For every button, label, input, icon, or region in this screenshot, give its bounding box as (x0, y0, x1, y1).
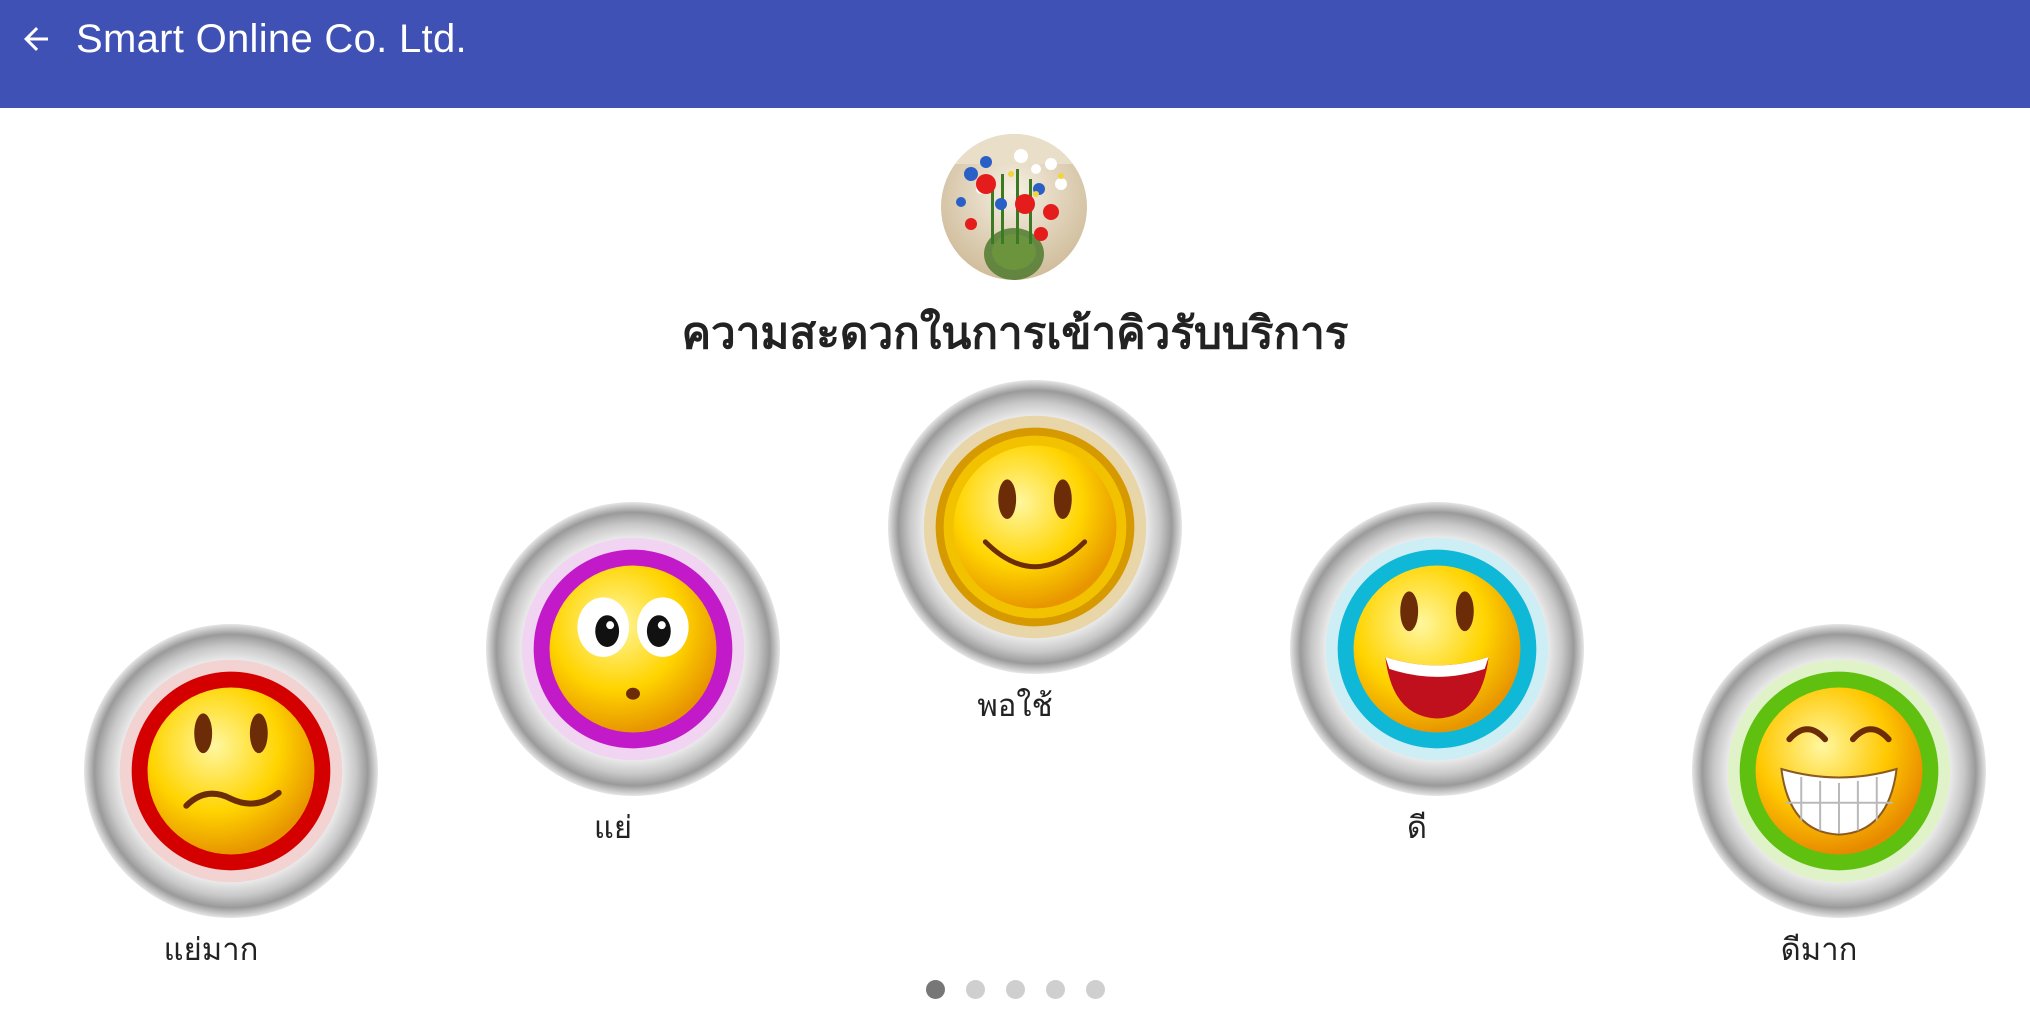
rating-option-very-bad[interactable] (82, 622, 380, 920)
surprised-face-icon (485, 501, 781, 797)
page-dot-3[interactable] (1006, 980, 1025, 999)
page-dot-4[interactable] (1046, 980, 1065, 999)
rating-option-fair[interactable] (886, 378, 1184, 676)
rating-label-good: ดี (1406, 810, 1428, 846)
page-dot-5[interactable] (1086, 980, 1105, 999)
very-sad-face-icon (83, 623, 379, 919)
rating-label-very-good: ดีมาก (1780, 932, 1858, 968)
flower-vase-image (941, 134, 1087, 280)
app-bar: Smart Online Co. Ltd. (0, 0, 2030, 108)
page-dot-1[interactable] (926, 980, 945, 999)
back-button[interactable] (14, 17, 58, 61)
page-dot-2[interactable] (966, 980, 985, 999)
happy-face-icon (1289, 501, 1585, 797)
rating-label-very-bad: แย่มาก (163, 932, 259, 968)
rating-label-fair: พอใช้ (977, 688, 1053, 724)
survey-question: ความสะดวกในการเข้าคิวรับบริการ (681, 308, 1349, 359)
rating-option-bad[interactable] (484, 500, 782, 798)
arrow-left-icon (24, 27, 48, 51)
grinning-face-icon (1691, 623, 1987, 919)
app-title: Smart Online Co. Ltd. (76, 17, 467, 61)
rating-option-good[interactable] (1288, 500, 1586, 798)
rating-label-bad: แย่ (593, 810, 633, 846)
rating-option-very-good[interactable] (1690, 622, 1988, 920)
neutral-smile-icon (887, 379, 1183, 675)
page-indicator (926, 980, 1105, 1000)
